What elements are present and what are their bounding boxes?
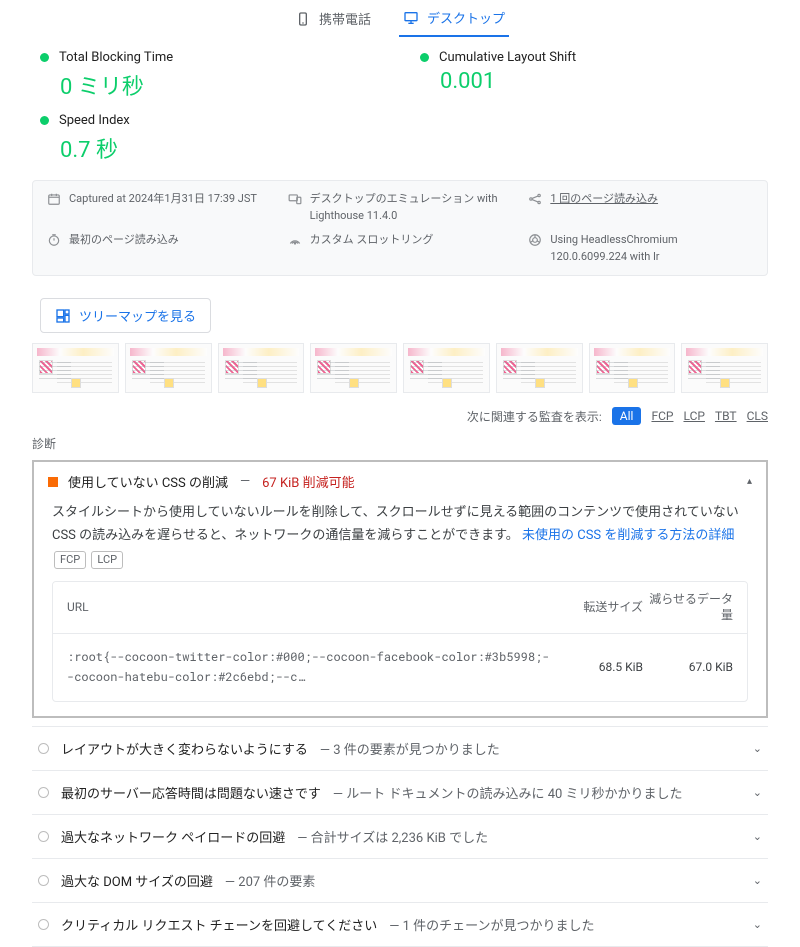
audit-filter-bar: 次に関連する監査を表示: All FCP LCP TBT CLS <box>0 401 800 431</box>
neutral-circle-icon <box>38 831 49 842</box>
treemap-icon <box>55 308 71 324</box>
filmstrip-frame <box>589 343 676 393</box>
filmstrip <box>0 343 800 401</box>
audit-row[interactable]: クリティカル リクエスト チェーンを回避してください — 1 件のチェーンが見つか… <box>32 902 768 947</box>
filmstrip-frame <box>310 343 397 393</box>
audit-title: 過大な DOM サイズの回避 <box>61 871 213 890</box>
network-icon <box>528 192 542 206</box>
tab-mobile[interactable]: 携帯電話 <box>291 0 375 37</box>
audit-sub: — 合計サイズは 2,236 KiB でした <box>297 827 488 846</box>
collapse-icon[interactable]: ▴ <box>747 476 752 487</box>
filmstrip-frame <box>496 343 583 393</box>
metric-si: Speed Index 0.7 秒 <box>40 113 380 164</box>
filter-tbt[interactable]: TBT <box>715 409 737 423</box>
mobile-icon <box>295 11 311 27</box>
audit-sub: — 207 件の要素 <box>225 871 316 890</box>
metric-cls-value: 0.001 <box>440 69 760 94</box>
audit-row[interactable]: 過大な DOM サイズの回避 — 207 件の要素 ⌄ <box>32 858 768 902</box>
metric-si-value: 0.7 秒 <box>60 132 380 164</box>
warning-square-icon <box>48 477 58 487</box>
filter-all[interactable]: All <box>612 407 642 425</box>
metric-tbt-value: 0 ミリ秒 <box>60 69 380 101</box>
filmstrip-frame <box>681 343 768 393</box>
good-dot-icon <box>40 116 49 125</box>
audit-sub: — 3 件の要素が見つかりました <box>320 739 500 758</box>
neutral-circle-icon <box>38 919 49 930</box>
audit-title: クリティカル リクエスト チェーンを回避してください <box>61 915 377 934</box>
filmstrip-frame <box>32 343 119 393</box>
metric-cls: Cumulative Layout Shift 0.001 <box>420 50 760 101</box>
audit-title: レイアウトが大きく変わらないようにする <box>61 739 308 758</box>
audit-sub: — 1 件のチェーンが見つかりました <box>389 915 594 934</box>
fcp-badge: FCP <box>54 551 86 569</box>
audit-row[interactable]: 過大なネットワーク ペイロードの回避 — 合計サイズは 2,236 KiB でした… <box>32 814 768 858</box>
metric-tbt: Total Blocking Time 0 ミリ秒 <box>40 50 380 101</box>
chrome-icon <box>528 233 542 247</box>
timer-icon <box>47 233 61 247</box>
tab-desktop-label: デスクトップ <box>427 8 505 27</box>
table-row: :root{--cocoon-twitter-color:#000;--coco… <box>53 634 747 700</box>
pageload-link[interactable]: 1 回のページ読み込み <box>550 191 658 208</box>
calendar-icon <box>47 192 61 206</box>
diagnostics-label: 診断 <box>0 431 800 456</box>
tab-desktop[interactable]: デスクトップ <box>399 0 509 37</box>
filter-fcp[interactable]: FCP <box>651 409 673 423</box>
audit-unused-css: 使用していない CSS の削減 — 67 KiB 削減可能 ▴ スタイルシートか… <box>32 460 768 718</box>
audit-row[interactable]: 最初のサーバー応答時間は問題ない速さです — ルート ドキュメントの読み込みに 4… <box>32 770 768 814</box>
signal-icon <box>288 233 302 247</box>
environment-box: Captured at 2024年1月31日 17:39 JST デスクトップの… <box>32 180 768 276</box>
filter-lcp[interactable]: LCP <box>683 409 704 423</box>
css-table: URL 転送サイズ 減らせるデータ量 :root{--cocoon-twitte… <box>52 581 748 702</box>
neutral-circle-icon <box>38 875 49 886</box>
audit-title: 過大なネットワーク ペイロードの回避 <box>61 827 285 846</box>
treemap-button[interactable]: ツリーマップを見る <box>40 298 211 333</box>
audit-header[interactable]: 使用していない CSS の削減 — 67 KiB 削減可能 ▴ <box>34 462 766 501</box>
filmstrip-frame <box>218 343 305 393</box>
good-dot-icon <box>40 53 49 62</box>
expand-icon[interactable]: ⌄ <box>753 918 762 931</box>
expand-icon[interactable]: ⌄ <box>753 742 762 755</box>
devices-icon <box>288 192 302 206</box>
expand-icon[interactable]: ⌄ <box>753 830 762 843</box>
audit-title: 最初のサーバー応答時間は問題ない速さです <box>61 783 321 802</box>
tab-mobile-label: 携帯電話 <box>319 9 371 28</box>
good-dot-icon <box>420 53 429 62</box>
audit-row[interactable]: レイアウトが大きく変わらないようにする — 3 件の要素が見つかりました ⌄ <box>32 726 768 770</box>
desktop-icon <box>403 10 419 26</box>
lcp-badge: LCP <box>91 551 123 569</box>
learn-more-link[interactable]: 未使用の CSS を削減する方法の詳細 <box>522 528 734 543</box>
expand-icon[interactable]: ⌄ <box>753 786 762 799</box>
expand-icon[interactable]: ⌄ <box>753 874 762 887</box>
filmstrip-frame <box>125 343 212 393</box>
audit-sub: — ルート ドキュメントの読み込みに 40 ミリ秒かかりました <box>333 783 683 802</box>
filter-cls[interactable]: CLS <box>747 409 768 423</box>
neutral-circle-icon <box>38 787 49 798</box>
neutral-circle-icon <box>38 743 49 754</box>
filmstrip-frame <box>403 343 490 393</box>
